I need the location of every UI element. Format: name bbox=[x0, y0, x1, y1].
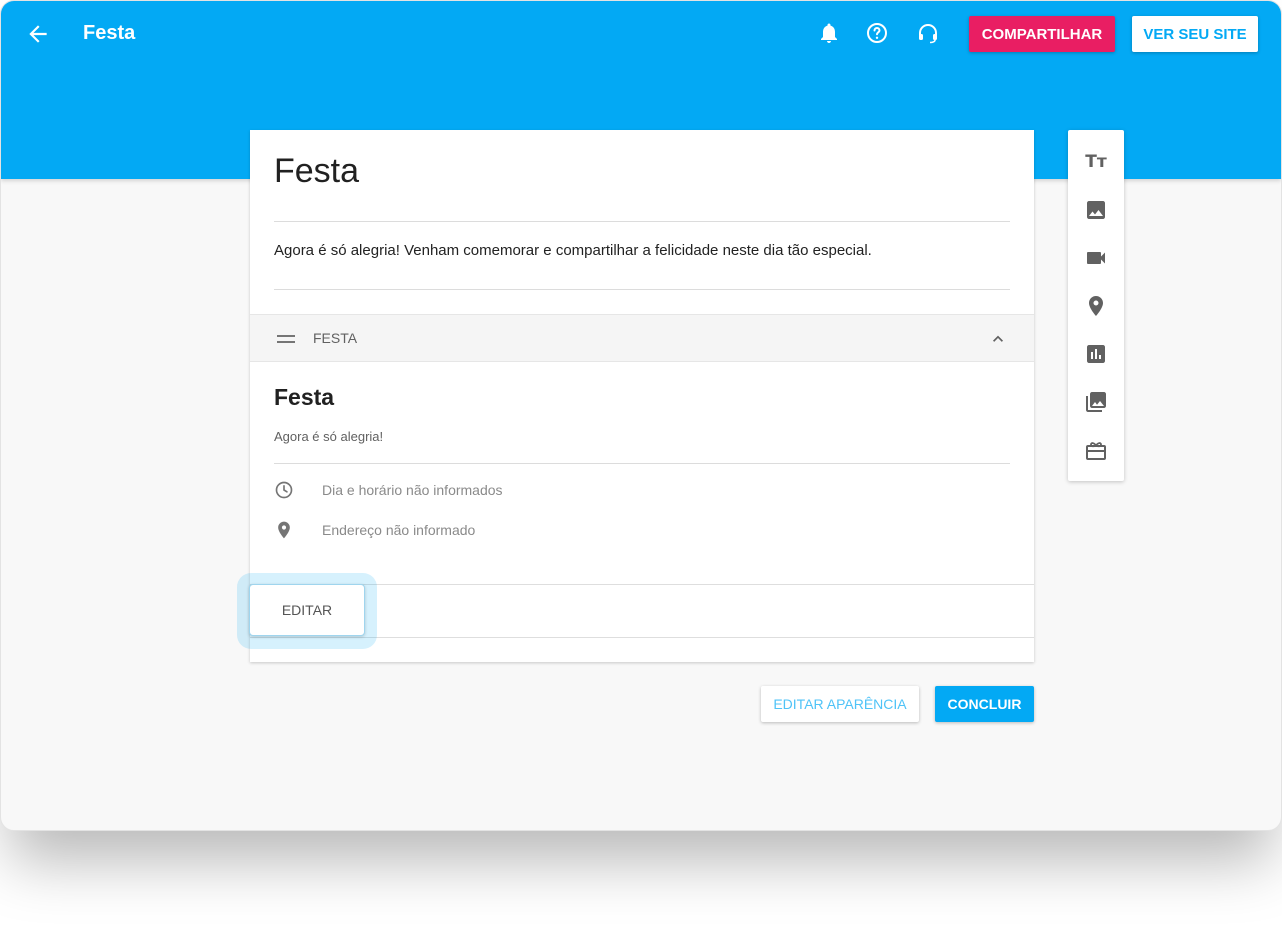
gallery-icon[interactable] bbox=[1084, 390, 1108, 414]
chevron-up-icon[interactable] bbox=[988, 329, 1008, 349]
text-icon[interactable]: Tт bbox=[1084, 150, 1108, 174]
section-header[interactable]: FESTA bbox=[250, 314, 1034, 362]
image-icon[interactable] bbox=[1084, 198, 1108, 222]
drag-handle-icon[interactable] bbox=[276, 331, 296, 347]
event-subtitle: Agora é só alegria! bbox=[274, 429, 384, 444]
text-glyph: Tт bbox=[1085, 152, 1107, 172]
arrow-left-icon[interactable] bbox=[25, 21, 51, 47]
divider bbox=[274, 221, 1010, 222]
edit-appearance-button[interactable]: EDITAR APARÊNCIA bbox=[761, 686, 919, 722]
share-button[interactable]: COMPARTILHAR bbox=[969, 16, 1115, 52]
clock-icon bbox=[275, 481, 293, 499]
bell-icon[interactable] bbox=[817, 21, 841, 45]
conclude-button[interactable]: CONCLUIR bbox=[935, 686, 1034, 722]
gift-icon[interactable] bbox=[1084, 438, 1108, 462]
section-label: FESTA bbox=[313, 330, 358, 346]
video-icon[interactable] bbox=[1084, 246, 1108, 270]
help-circle-icon[interactable] bbox=[865, 21, 889, 45]
chart-icon[interactable] bbox=[1084, 342, 1108, 366]
event-datetime: Dia e horário não informados bbox=[322, 482, 503, 498]
app-title: Festa bbox=[83, 22, 136, 44]
divider bbox=[274, 463, 1010, 464]
page-description[interactable]: Agora é só alegria! Venham comemorar e c… bbox=[274, 242, 872, 259]
app-window: Festa COMPARTILHAR VER SEU SITE Festa Ag… bbox=[0, 0, 1282, 831]
location-pin-icon bbox=[278, 521, 290, 539]
headset-icon[interactable] bbox=[916, 21, 940, 45]
page-title[interactable]: Festa bbox=[274, 152, 359, 191]
view-site-button[interactable]: VER SEU SITE bbox=[1132, 16, 1258, 52]
location-icon[interactable] bbox=[1084, 294, 1108, 318]
divider bbox=[274, 289, 1010, 290]
add-block-toolbox: Tт bbox=[1068, 130, 1124, 481]
edit-button[interactable]: EDITAR bbox=[249, 584, 365, 636]
event-title: Festa bbox=[274, 384, 335, 410]
event-address: Endereço não informado bbox=[322, 522, 476, 538]
